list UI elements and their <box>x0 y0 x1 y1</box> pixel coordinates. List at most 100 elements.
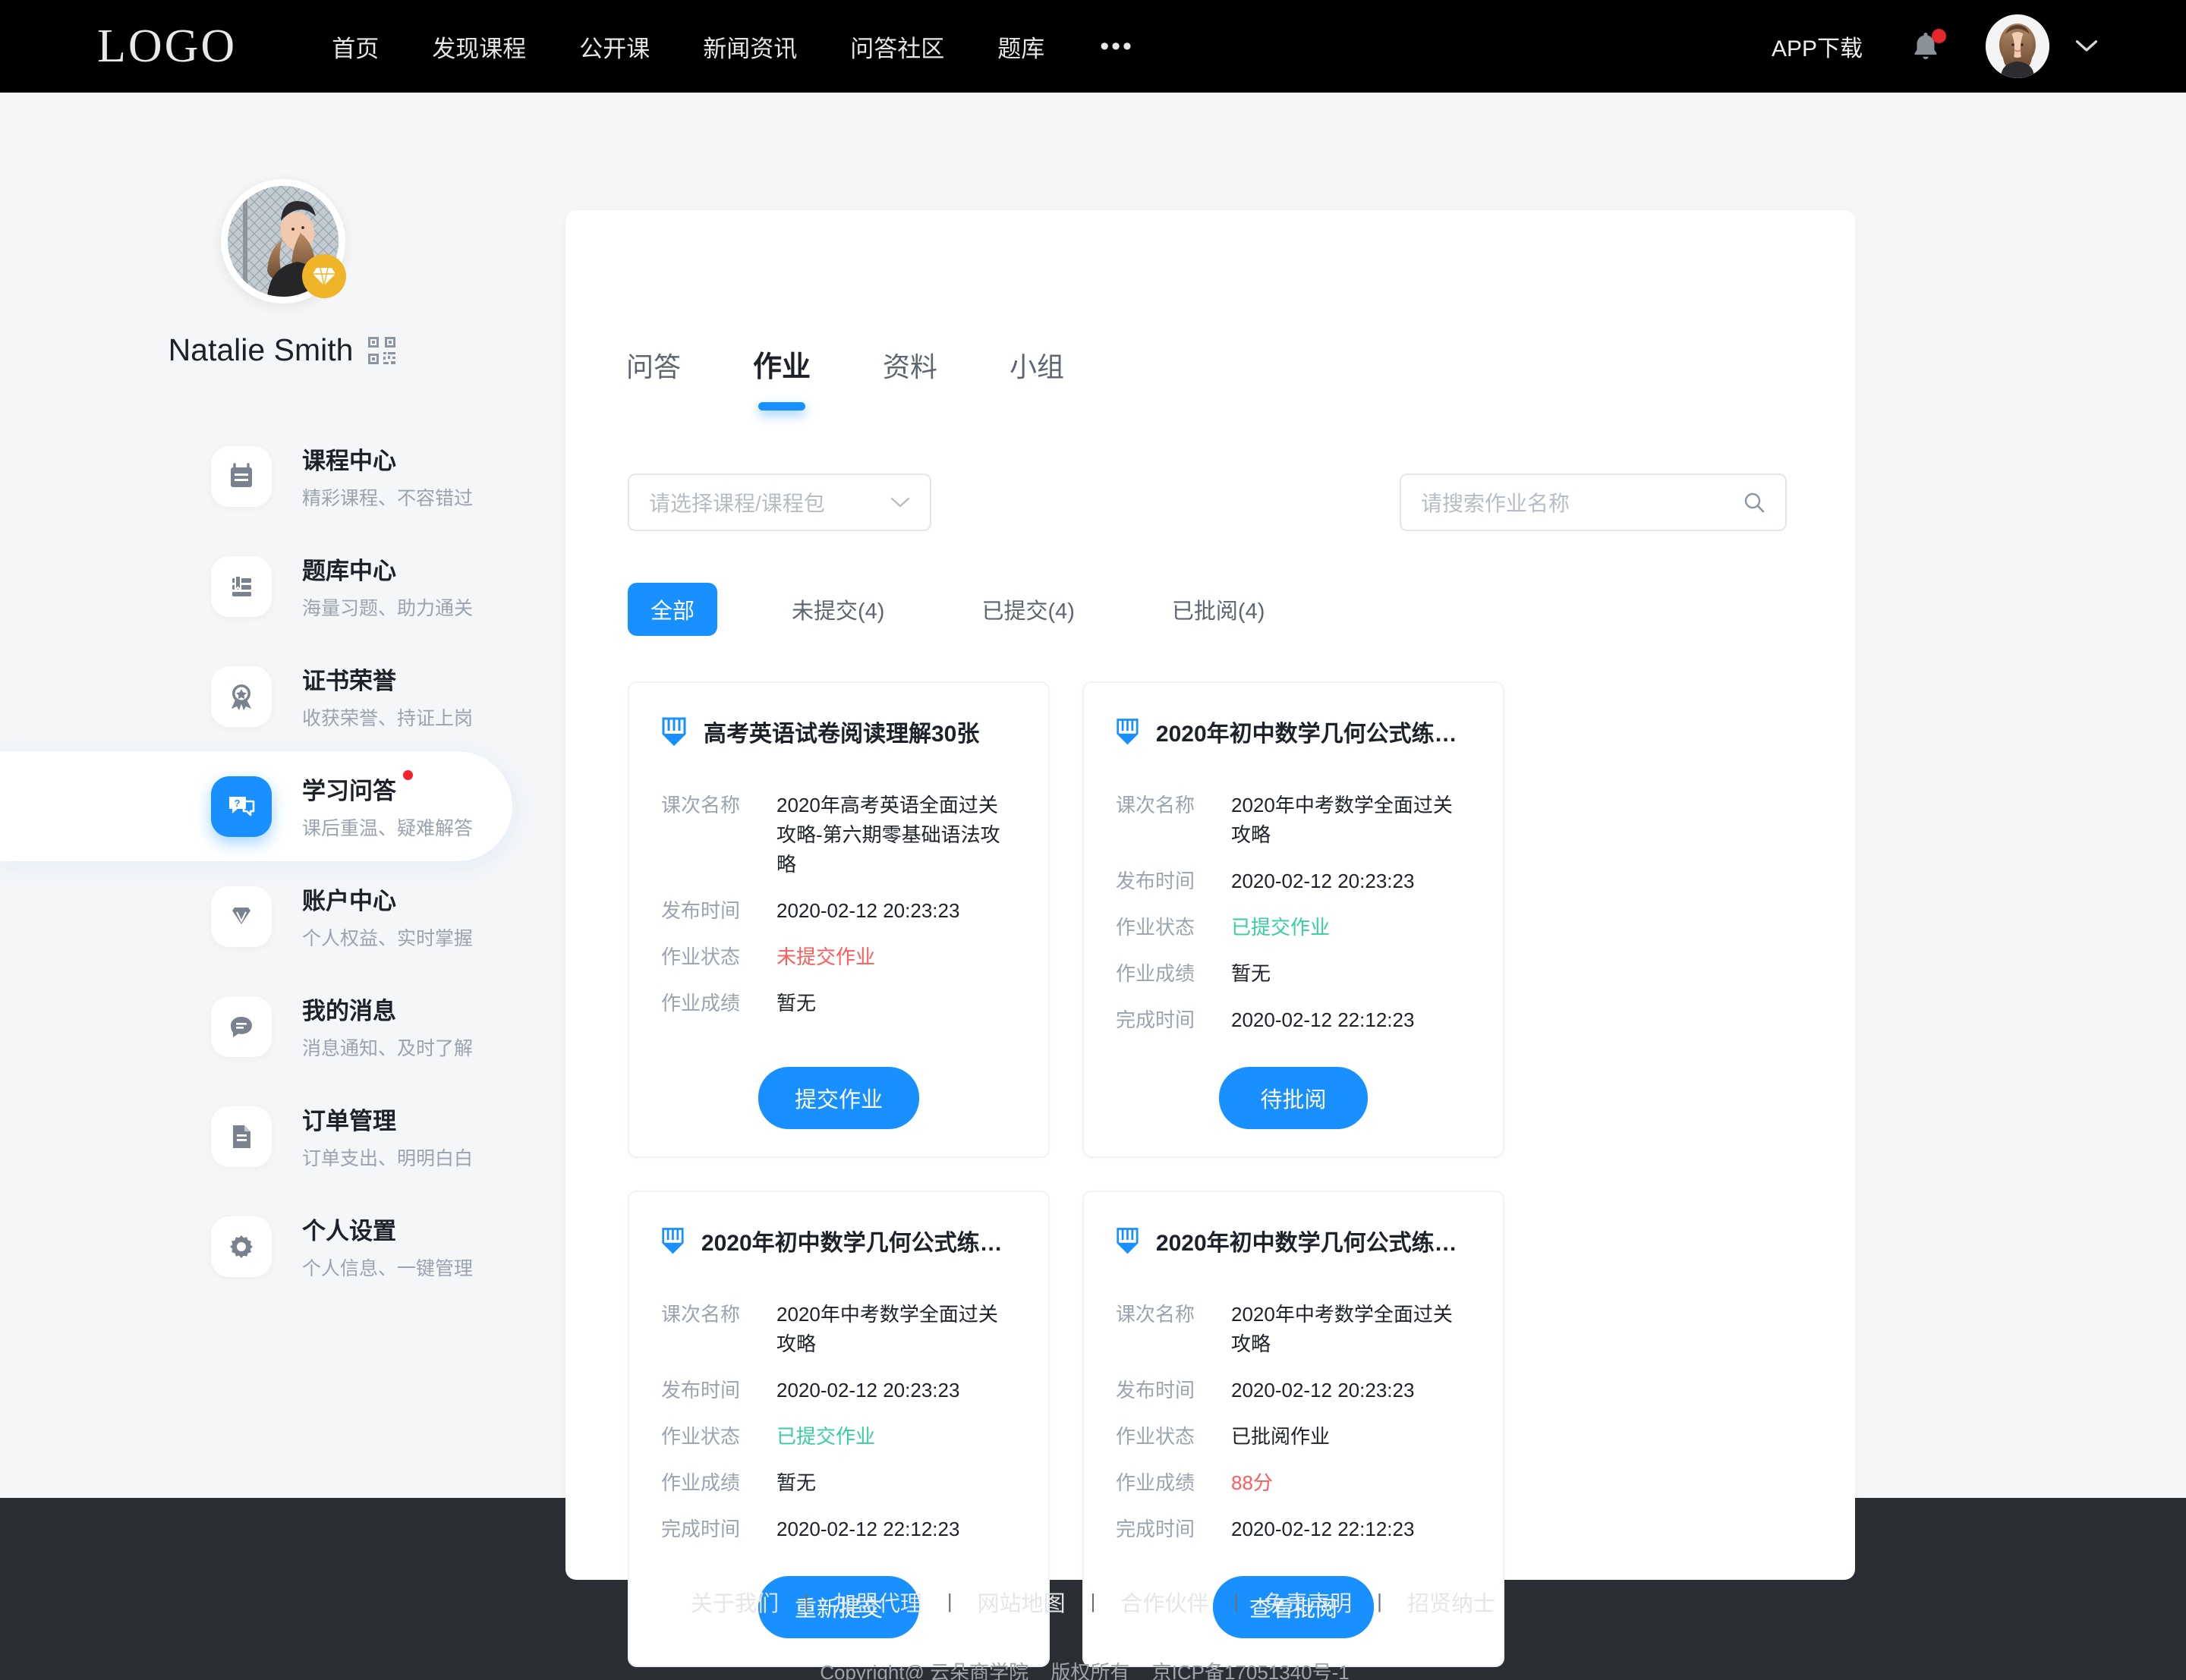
footer-link-careers[interactable]: 招贤纳士 <box>1382 1586 1520 1618</box>
field-label: 作业成绩 <box>661 992 741 1015</box>
sidebar-item-texts: 订单管理 订单支出、明明白白 <box>302 1102 473 1171</box>
sidebar-item-texts: 我的消息 消息通知、及时了解 <box>302 992 473 1061</box>
sidebar-item-question-bank-center[interactable]: 题库中心 海量习题、助力通关 <box>0 531 565 641</box>
chip-unsubmitted[interactable]: 未提交(4) <box>769 583 907 636</box>
sidebar-item-title: 证书荣誉 <box>302 668 396 694</box>
footer-link-disclaimer[interactable]: 免责声明 <box>1239 1586 1377 1618</box>
footer-copyright: Copyright@ 云朵商学院 版权所有 京ICP备17051340号-1 <box>820 1657 1366 1680</box>
field-label: 发布时间 <box>1116 870 1195 892</box>
course-select[interactable]: 请选择课程/课程包 <box>628 473 931 531</box>
homework-card[interactable]: 高考英语试卷阅读理解30张 课次名称 2020年高考英语全面过关攻略-第六期零基… <box>628 681 1050 1158</box>
tab-qa[interactable]: 问答 <box>626 345 681 401</box>
sidebar-item-course-center[interactable]: 课程中心 精彩课程、不容错过 <box>0 421 565 531</box>
avatar[interactable] <box>1986 14 2049 78</box>
submit-homework-button[interactable]: 提交作业 <box>758 1067 919 1129</box>
profile-name: Natalie Smith <box>168 332 354 367</box>
status-badge: 已提交作业 <box>776 1425 876 1448</box>
card-header: 2020年初中数学几何公式练习作… <box>661 1224 1016 1257</box>
card-title: 2020年初中数学几何公式练习作… <box>701 1231 1016 1256</box>
medal-icon <box>211 665 272 727</box>
footer-divider: | <box>1233 1590 1239 1612</box>
diamond-icon <box>211 886 272 947</box>
card-header: 2020年初中数学几何公式练习作… <box>1116 715 1471 748</box>
nav-item-home[interactable]: 首页 <box>332 30 379 64</box>
pen-badge-icon <box>1117 1228 1139 1254</box>
document-icon <box>211 1106 272 1167</box>
unread-dot <box>403 770 413 780</box>
sidebar-item-account-center[interactable]: 账户中心 个人权益、实时掌握 <box>0 861 565 971</box>
site-header: LOGO 首页 发现课程 公开课 新闻资讯 问答社区 题库 ••• APP下载 <box>0 0 2186 93</box>
chip-reviewed[interactable]: 已批阅(4) <box>1149 583 1287 636</box>
pen-badge-icon <box>662 1228 684 1254</box>
field-label: 作业状态 <box>661 1425 741 1448</box>
tab-materials[interactable]: 资料 <box>883 345 937 401</box>
sidebar-item-texts: 证书荣誉 收获荣誉、持证上岗 <box>302 662 473 731</box>
profile-name-row: Natalie Smith <box>169 332 398 368</box>
header-actions: APP下载 <box>1772 0 2098 93</box>
svg-text:?: ? <box>235 798 241 809</box>
nav-item-open-class[interactable]: 公开课 <box>579 30 650 64</box>
sidebar-item-orders[interactable]: 订单管理 订单支出、明明白白 <box>0 1081 565 1191</box>
footer-link-sitemap[interactable]: 网站地图 <box>953 1586 1091 1618</box>
sidebar-item-sub: 精彩课程、不容错过 <box>302 488 474 509</box>
app-download-link[interactable]: APP下载 <box>1772 30 1863 63</box>
sidebar: Natalie Smith 课程中心 精彩课程、不容错过 题库中心 海量习题、助… <box>0 93 565 1498</box>
search-input[interactable]: 请搜索作业名称 <box>1421 487 1570 518</box>
field-score: 作业成绩 88分 <box>1116 1468 1471 1498</box>
chip-submitted[interactable]: 已提交(4) <box>959 583 1097 636</box>
rights-text: 版权所有 <box>1050 1660 1130 1680</box>
sidebar-item-settings[interactable]: 个人设置 个人信息、一键管理 <box>0 1191 565 1301</box>
card-title: 高考英语试卷阅读理解30张 <box>704 722 980 747</box>
more-menu-icon[interactable]: ••• <box>1100 32 1134 61</box>
nav-item-question-bank[interactable]: 题库 <box>997 30 1044 64</box>
status-filter-chips: 全部 未提交(4) 已提交(4) 已批阅(4) <box>565 531 1855 636</box>
field-course: 课次名称 2020年中考数学全面过关攻略 <box>1116 1300 1471 1359</box>
book-list-icon <box>211 555 272 617</box>
search-input-wrapper[interactable]: 请搜索作业名称 <box>1400 473 1787 531</box>
site-logo[interactable]: LOGO <box>97 20 237 74</box>
icp-text[interactable]: 京ICP备17051340号-1 <box>1152 1661 1350 1680</box>
tab-groups[interactable]: 小组 <box>1010 345 1064 401</box>
main-nav: 首页 发现课程 公开课 新闻资讯 问答社区 题库 ••• <box>305 30 1134 64</box>
footer-divider: | <box>947 1590 953 1612</box>
sidebar-item-messages[interactable]: 我的消息 消息通知、及时了解 <box>0 971 565 1081</box>
footer-link-about[interactable]: 关于我们 <box>666 1586 804 1618</box>
sidebar-item-texts: 账户中心 个人权益、实时掌握 <box>302 882 473 951</box>
nav-item-discover-courses[interactable]: 发现课程 <box>432 30 526 64</box>
nav-item-news[interactable]: 新闻资讯 <box>703 30 797 64</box>
field-finish-time: 完成时间 2020-02-12 22:12:23 <box>661 1515 1016 1544</box>
filter-bar: 请选择课程/课程包 请搜索作业名称 <box>565 401 1855 531</box>
footer-link-franchise[interactable]: 加盟代理 <box>809 1586 947 1618</box>
footer-link-partners[interactable]: 合作伙伴 <box>1095 1586 1233 1618</box>
field-status: 作业状态 未提交作业 <box>661 942 1016 972</box>
chevron-down-icon[interactable] <box>2075 39 2098 53</box>
field-label: 完成时间 <box>1116 1008 1195 1031</box>
profile-avatar[interactable] <box>220 179 346 304</box>
chip-all[interactable]: 全部 <box>628 583 718 636</box>
sidebar-item-title: 订单管理 <box>302 1108 396 1134</box>
field-label: 课次名称 <box>1116 794 1195 816</box>
sidebar-item-certificates[interactable]: 证书荣誉 收获荣誉、持证上岗 <box>0 641 565 751</box>
field-label: 作业状态 <box>1116 916 1195 939</box>
field-label: 课次名称 <box>661 1303 741 1326</box>
footer-divider: | <box>1377 1590 1382 1612</box>
field-label: 发布时间 <box>661 899 741 922</box>
search-icon[interactable] <box>1743 491 1765 514</box>
field-value: 2020年中考数学全面过关攻略 <box>776 1303 998 1355</box>
card-action-wrap: 待批阅 <box>1116 1035 1471 1129</box>
card-header: 高考英语试卷阅读理解30张 <box>661 715 1016 748</box>
question-chat-icon: ? <box>211 776 272 837</box>
pending-review-button[interactable]: 待批阅 <box>1219 1067 1368 1129</box>
field-course: 课次名称 2020年高考英语全面过关攻略-第六期零基础语法攻略 <box>661 791 1016 879</box>
main-panel: 问答 作业 资料 小组 请选择课程/课程包 请搜索作业名称 全部 未提交(4) … <box>565 210 1855 1667</box>
qr-code-icon[interactable] <box>367 335 397 366</box>
field-publish-time: 发布时间 2020-02-12 20:23:23 <box>1116 1376 1471 1405</box>
field-score: 作业成绩 暂无 <box>661 1468 1016 1498</box>
nav-item-qa-community[interactable]: 问答社区 <box>850 30 944 64</box>
sidebar-item-study-qa[interactable]: ? 学习问答 课后重温、疑难解答 <box>0 751 512 861</box>
tab-homework[interactable]: 作业 <box>753 343 811 401</box>
card-action-wrap: 提交作业 <box>661 1035 1016 1129</box>
homework-card[interactable]: 2020年初中数学几何公式练习作… 课次名称 2020年中考数学全面过关攻略 发… <box>1082 681 1504 1158</box>
notifications-button[interactable] <box>1908 27 1946 65</box>
sidebar-menu: 课程中心 精彩课程、不容错过 题库中心 海量习题、助力通关 证书荣誉 收获荣誉、… <box>0 421 565 1301</box>
